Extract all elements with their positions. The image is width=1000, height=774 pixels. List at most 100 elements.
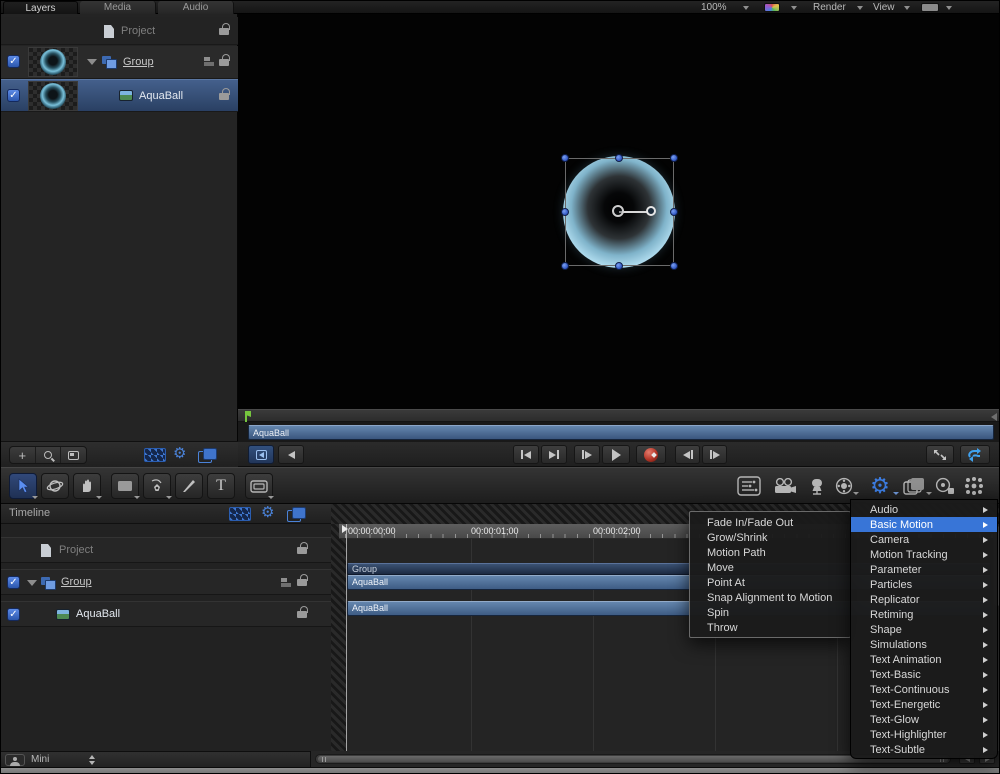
view-menu[interactable]: View — [873, 1, 895, 14]
selection-handle[interactable] — [561, 262, 569, 270]
lock-icon[interactable] — [297, 579, 307, 586]
behaviors-column-button[interactable]: ⚙ — [173, 447, 186, 461]
go-to-start-button[interactable] — [513, 445, 539, 464]
transform-3d-tool-button[interactable] — [41, 473, 69, 499]
layer-row-project[interactable]: Project — [1, 17, 238, 45]
menu-item-text-animation[interactable]: Text Animation — [851, 652, 997, 667]
menu-item-motion-path[interactable]: Motion Path — [690, 545, 850, 560]
scrollbar-grip-icon[interactable] — [322, 757, 326, 762]
menu-item-text-highlighter[interactable]: Text-Highlighter — [851, 727, 997, 742]
menu-item-point-at[interactable]: Point At — [690, 575, 850, 590]
out-point-marker-icon[interactable] — [991, 413, 997, 421]
lock-icon[interactable] — [219, 28, 229, 35]
menu-item-parameter[interactable]: Parameter — [851, 562, 997, 577]
step-forward-button[interactable] — [702, 445, 727, 464]
lock-icon[interactable] — [219, 93, 229, 100]
menu-item-motion-tracking[interactable]: Motion Tracking — [851, 547, 997, 562]
lock-icon[interactable] — [297, 611, 307, 618]
render-menu[interactable]: Render — [813, 1, 846, 14]
aquaball-activation-checkbox[interactable]: ✓ — [7, 89, 20, 102]
step-back-button[interactable] — [675, 445, 700, 464]
add-filter-button[interactable] — [901, 473, 927, 499]
filters-column-button[interactable] — [287, 507, 305, 521]
group-activation-checkbox[interactable]: ✓ — [7, 576, 20, 589]
menu-item-fade[interactable]: Fade In/Fade Out — [690, 515, 850, 530]
menu-item-audio[interactable]: Audio — [851, 502, 997, 517]
lock-icon[interactable] — [219, 59, 229, 66]
selection-handle[interactable] — [615, 154, 623, 162]
chevron-down-icon[interactable] — [743, 6, 749, 10]
record-button[interactable] — [636, 445, 666, 464]
timeline-row-project[interactable]: Project — [1, 537, 331, 563]
menu-item-text-glow[interactable]: Text-Glow — [851, 712, 997, 727]
selection-handle[interactable] — [615, 262, 623, 270]
menu-item-retiming[interactable]: Retiming — [851, 607, 997, 622]
chevron-down-icon[interactable] — [857, 6, 863, 10]
disclosure-triangle-icon[interactable] — [27, 580, 37, 586]
bezier-tool-button[interactable] — [143, 473, 171, 499]
menu-item-snap-alignment[interactable]: Snap Alignment to Motion — [690, 590, 850, 605]
pan-tool-button[interactable] — [73, 473, 101, 499]
menu-item-grow-shrink[interactable]: Grow/Shrink — [690, 530, 850, 545]
view-layout-icon[interactable] — [921, 3, 939, 12]
replicate-button[interactable] — [961, 473, 987, 499]
menu-item-basic-motion[interactable]: Basic Motion — [851, 517, 997, 532]
mask-tool-button[interactable] — [245, 473, 273, 499]
selection-handle[interactable] — [670, 208, 678, 216]
window-resize-edge[interactable] — [1, 767, 1000, 774]
blend-mode-icon[interactable] — [281, 578, 294, 588]
hud-toggle-button[interactable] — [734, 473, 764, 499]
show-audio-button[interactable] — [248, 445, 274, 464]
add-behavior-button[interactable]: ⚙ — [865, 473, 895, 499]
tab-media[interactable]: Media — [80, 1, 156, 14]
tab-audio[interactable]: Audio — [158, 1, 234, 14]
add-layer-button[interactable]: + — [10, 447, 36, 463]
menu-item-particles[interactable]: Particles — [851, 577, 997, 592]
paint-stroke-tool-button[interactable] — [175, 473, 203, 499]
canvas-zoom-select[interactable]: 100% — [701, 1, 727, 14]
mute-button[interactable] — [278, 445, 304, 464]
layer-row-group[interactable]: ✓ Group — [1, 46, 238, 79]
selection-handle[interactable] — [561, 208, 569, 216]
menu-item-camera[interactable]: Camera — [851, 532, 997, 547]
selection-handle[interactable] — [670, 154, 678, 162]
fullscreen-button[interactable] — [926, 445, 954, 464]
blend-mode-icon[interactable] — [204, 57, 217, 67]
mini-timeline-clip[interactable]: AquaBall — [248, 425, 994, 440]
show-mask-columns-button[interactable] — [144, 448, 166, 462]
menu-item-shape[interactable]: Shape — [851, 622, 997, 637]
new-camera-button[interactable] — [771, 473, 799, 499]
timeline-row-group[interactable]: ✓ Group — [1, 569, 331, 595]
rotation-handle[interactable] — [646, 206, 656, 216]
lock-icon[interactable] — [297, 547, 307, 554]
select-tool-button[interactable] — [9, 473, 37, 499]
timeline-playhead[interactable] — [346, 524, 347, 751]
timeline-row-aquaball[interactable]: ✓ AquaBall — [1, 601, 331, 627]
make-particles-button[interactable] — [933, 473, 957, 499]
filters-column-button[interactable] — [198, 448, 216, 462]
menu-item-move[interactable]: Move — [690, 560, 850, 575]
menu-item-throw[interactable]: Throw — [690, 620, 850, 635]
play-button[interactable] — [602, 445, 630, 464]
selection-handle[interactable] — [670, 262, 678, 270]
chevron-down-icon[interactable] — [904, 6, 910, 10]
menu-item-text-subtle[interactable]: Text-Subtle — [851, 742, 997, 757]
filter-view-button[interactable] — [61, 447, 86, 463]
anchor-point-handle[interactable] — [612, 205, 624, 217]
selection-handle[interactable] — [561, 154, 569, 162]
loop-playback-button[interactable] — [960, 445, 990, 464]
chevron-down-icon[interactable] — [791, 6, 797, 10]
tab-layers[interactable]: Layers — [3, 1, 78, 14]
text-tool-button[interactable]: T — [207, 473, 235, 499]
canvas[interactable] — [238, 14, 1000, 409]
layer-row-aquaball[interactable]: ✓ AquaBall — [1, 79, 238, 112]
mini-timeline[interactable]: AquaBall — [238, 422, 1000, 442]
chevron-down-icon[interactable] — [946, 6, 952, 10]
group-activation-checkbox[interactable]: ✓ — [7, 55, 20, 68]
rectangle-tool-button[interactable] — [111, 473, 139, 499]
menu-item-spin[interactable]: Spin — [690, 605, 850, 620]
menu-item-text-basic[interactable]: Text-Basic — [851, 667, 997, 682]
menu-item-text-energetic[interactable]: Text-Energetic — [851, 697, 997, 712]
new-light-button[interactable] — [805, 473, 829, 499]
aquaball-activation-checkbox[interactable]: ✓ — [7, 608, 20, 621]
